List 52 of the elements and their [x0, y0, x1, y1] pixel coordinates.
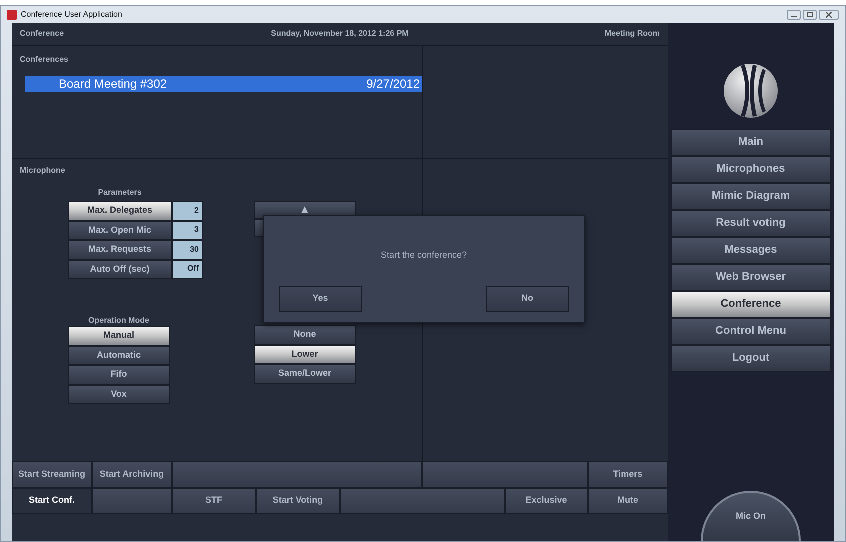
minimize-icon[interactable]	[787, 10, 801, 20]
group-title: Parameters	[97, 187, 143, 199]
group-title: Operation Mode	[88, 315, 150, 326]
section-title: Conference	[20, 28, 66, 40]
section-title: Conferences	[19, 54, 70, 66]
close-icon[interactable]	[819, 10, 839, 20]
toolbar-button[interactable]: STF	[172, 488, 256, 514]
parameter-button[interactable]: Max. Delegates	[68, 201, 172, 220]
mode-button[interactable]: Vox	[68, 384, 170, 404]
nav-button[interactable]: Conference	[671, 291, 831, 318]
dialog-button[interactable]: No	[486, 286, 569, 312]
dialog-button[interactable]: Yes	[279, 286, 362, 312]
room-name: Meeting Room	[604, 28, 660, 40]
app-icon	[7, 10, 17, 20]
mode-button[interactable]: Manual	[68, 326, 170, 346]
conference-date: 9/27/2012	[366, 76, 420, 93]
priority-button[interactable]: Lower	[254, 344, 356, 364]
window-title: Conference User Application	[21, 8, 122, 20]
toolbar-button[interactable]: Mute	[588, 488, 668, 514]
nav-button[interactable]: Result voting	[671, 210, 831, 237]
nav-button[interactable]: Main	[671, 129, 831, 156]
nav-button[interactable]: Logout	[671, 345, 831, 372]
toolbar-button[interactable]: Exclusive	[505, 488, 588, 514]
mode-button[interactable]: Fifo	[68, 365, 170, 384]
logo-icon	[723, 63, 779, 119]
section-title: Microphone	[19, 165, 66, 177]
nav-button[interactable]: Messages	[671, 237, 831, 264]
toolbar-button[interactable]: Start Archiving	[92, 461, 172, 488]
toolbar-button[interactable]: Start Voting	[256, 488, 340, 514]
nav-button[interactable]: Mimic Diagram	[671, 183, 831, 210]
parameter-value[interactable]: 2	[172, 201, 203, 220]
toolbar-button[interactable]: Start Streaming	[12, 461, 92, 488]
mode-button[interactable]: Automatic	[68, 346, 170, 365]
parameter-value[interactable]: 30	[172, 240, 203, 260]
nav-button[interactable]: Web Browser	[671, 264, 831, 291]
dialog-message: Start the conference?	[380, 249, 468, 262]
parameter-value[interactable]: Off	[172, 260, 203, 279]
parameter-button[interactable]: Max. Open Mic	[68, 220, 172, 240]
conference-name: Board Meeting #302	[59, 76, 168, 93]
nav-button[interactable]: Control Menu	[671, 318, 831, 345]
priority-button[interactable]: None	[254, 325, 356, 344]
date-time: Sunday, November 18, 2012 1:26 PM	[270, 28, 410, 40]
toolbar-button[interactable]: Start Conf.	[12, 488, 92, 514]
parameter-button[interactable]: Max. Requests	[68, 240, 172, 260]
parameter-value[interactable]: 3	[172, 220, 203, 240]
conference-row[interactable]: Board Meeting #302 9/27/2012	[25, 76, 422, 92]
priority-button[interactable]: Same/Lower	[254, 364, 356, 384]
parameter-button[interactable]: Auto Off (sec)	[68, 260, 172, 279]
mic-on-button[interactable]: Mic On	[701, 491, 801, 541]
nav-button[interactable]: Microphones	[671, 156, 831, 183]
toolbar-button[interactable]: Timers	[588, 461, 668, 488]
maximize-icon[interactable]	[803, 10, 817, 20]
